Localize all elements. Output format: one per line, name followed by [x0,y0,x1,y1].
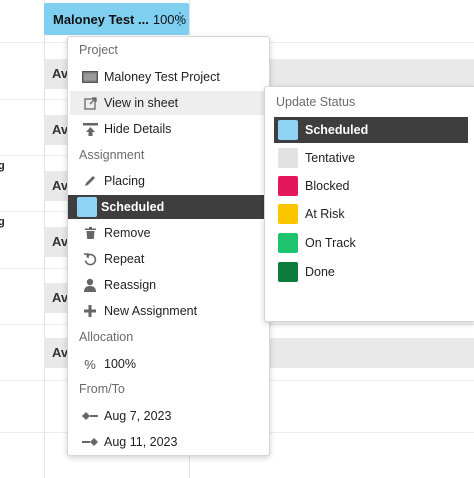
status-swatch [77,197,97,217]
menu-item-from-date[interactable]: Aug 7, 2023 [70,404,265,428]
assignment-chip-allocation: 100% [152,11,187,27]
availability-label: Av [52,122,69,137]
pencil-icon [80,174,100,188]
menu-item-allocation[interactable]: % 100% [70,352,265,376]
status-option-at-risk[interactable]: At Risk [274,201,468,227]
status-option-scheduled[interactable]: Scheduled [274,117,468,143]
status-option-label: Blocked [305,179,350,193]
percent-icon: % [84,356,96,372]
project-icon [80,71,100,83]
start-date-icon [80,411,100,421]
end-date-icon [80,437,100,447]
menu-item-label: Reassign [104,278,157,292]
assignment-context-menu: Project Maloney Test Project View in she… [67,36,275,456]
menu-item-label: Scheduled [101,200,165,214]
status-option-label: At Risk [305,207,345,221]
assignment-chip-title: Maloney Test ... [53,11,149,27]
submenu-header: Update Status [276,95,356,109]
menu-item-label: Aug 11, 2023 [104,435,178,449]
section-assignment: Assignment [79,148,145,162]
repeat-icon [80,252,100,266]
trash-icon [80,227,100,239]
menu-item-label: Placing [104,174,145,188]
menu-item-label: View in sheet [104,96,179,110]
external-link-icon [80,96,100,110]
menu-item-label: Aug 7, 2023 [104,409,172,423]
menu-item-remove[interactable]: Remove [70,221,265,245]
menu-item-reassign[interactable]: Reassign [70,273,265,297]
plus-icon [80,305,100,317]
row-label: g [0,216,5,228]
menu-item-label: Maloney Test Project [104,70,220,84]
availability-label: Av [52,178,69,193]
menu-item-hide-details[interactable]: Hide Details [70,117,265,141]
on-track-swatch-icon [278,233,298,253]
menu-item-view-in-sheet[interactable]: View in sheet [70,91,265,115]
at-risk-swatch-icon [278,204,298,224]
menu-item-placing[interactable]: Placing [70,169,265,193]
row-label: g [0,160,5,172]
menu-item-label: Repeat [104,252,145,266]
status-option-done[interactable]: Done [274,259,468,285]
resize-handle[interactable] [179,12,181,26]
status-swatch-icon [77,197,97,217]
menu-item-label: New Assignment [104,304,198,318]
status-option-label: Tentative [305,151,356,165]
menu-item-label: Remove [104,226,151,240]
section-project: Project [79,43,118,57]
menu-item-label: 100% [104,357,136,371]
availability-label: Av [52,234,69,249]
availability-label: Av [52,290,69,305]
status-option-label: Done [305,265,335,279]
availability-label: Av [52,66,69,81]
menu-item-repeat[interactable]: Repeat [70,247,265,271]
menu-item-new-assignment[interactable]: New Assignment [70,299,265,323]
availability-label: Av [52,345,69,360]
section-allocation: Allocation [79,330,134,344]
scheduled-swatch-icon [278,120,298,140]
status-option-on-track[interactable]: On Track [274,230,468,256]
status-option-label: Scheduled [305,123,369,137]
update-status-submenu: Update Status Scheduled Tentative Blocke… [264,86,474,322]
done-swatch-icon [278,262,298,282]
menu-item-label: Hide Details [104,122,172,136]
menu-item-to-date[interactable]: Aug 11, 2023 [70,430,265,454]
section-from-to: From/To [79,382,125,396]
status-option-blocked[interactable]: Blocked [274,173,468,199]
assignment-chip[interactable]: Maloney Test ... 100% [44,3,189,35]
status-option-label: On Track [305,236,356,250]
person-icon [80,278,100,292]
tentative-swatch-icon [278,148,298,168]
collapse-icon [80,122,100,136]
menu-item-scheduled[interactable]: Scheduled [68,195,275,219]
blocked-swatch-icon [278,176,298,196]
menu-item-project[interactable]: Maloney Test Project [70,65,265,89]
status-option-tentative[interactable]: Tentative [274,145,468,171]
